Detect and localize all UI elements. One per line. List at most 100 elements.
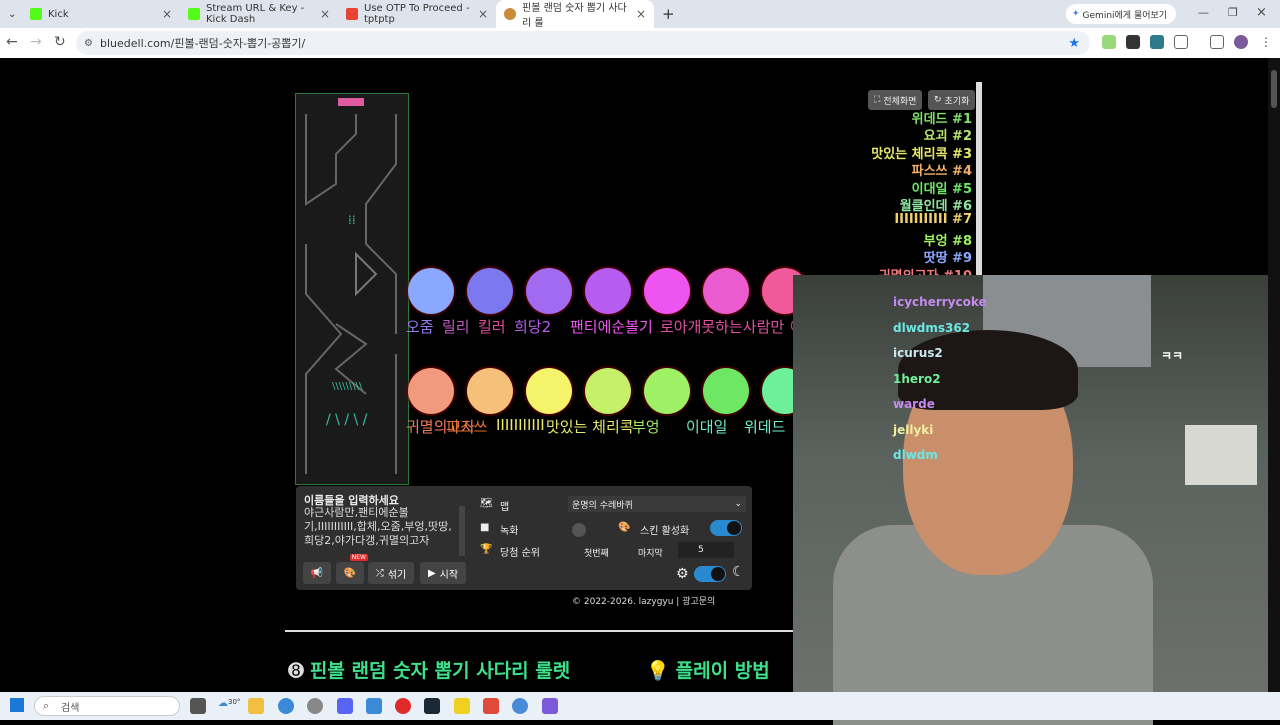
map-label: 맵 — [500, 502, 510, 513]
pinball-ball — [703, 268, 749, 314]
tab-gmail[interactable]: Use OTP To Proceed - tptptp × — [338, 0, 496, 28]
gemini-button[interactable]: ✦ Gemini에게 물어보기 — [1066, 4, 1176, 24]
menu-icon[interactable]: ⋮ — [1260, 35, 1272, 49]
new-tab-button[interactable]: + — [654, 0, 678, 28]
ball-label: 위데드 — [744, 418, 786, 436]
app-icon[interactable] — [512, 698, 528, 714]
kakaotalk-icon[interactable] — [454, 698, 470, 714]
tab-label: Stream URL & Key - Kick Dash — [206, 3, 305, 25]
megaphone-icon: 📢 — [310, 567, 324, 579]
reload-icon[interactable]: ↻ — [54, 34, 66, 50]
skin-toggle[interactable] — [710, 520, 742, 536]
pinball-ball — [408, 368, 454, 414]
windows-start-icon[interactable] — [10, 698, 24, 712]
pinball-icon: ➑ — [288, 660, 304, 682]
ranking-item: 위데드 #1 — [911, 112, 972, 127]
restore-icon[interactable]: ❐ — [1228, 6, 1238, 19]
pinball-ball — [408, 268, 454, 314]
minimize-icon[interactable]: — — [1198, 6, 1209, 19]
control-panel: 이름들을 입력하세요 야근사람만,팬티에순볼기,IIIIIIIIIII,합체,오… — [296, 486, 752, 590]
last-option[interactable]: 마지막 — [638, 546, 663, 559]
chevron-down-icon: ⌄ — [734, 499, 742, 509]
puzzle-icon[interactable] — [1174, 35, 1188, 49]
textarea-scrollbar[interactable] — [459, 506, 465, 556]
heading-text: 핀볼 랜덤 숫자 뽑기 사다리 룰렛 — [309, 660, 571, 682]
skin-button[interactable]: 🎨 NEW — [336, 554, 368, 584]
media-icon[interactable] — [1210, 35, 1224, 49]
reset-button[interactable]: ↻ 초기화 — [928, 90, 976, 110]
svg-text:/ \ / \ /: / \ / \ / — [326, 412, 368, 428]
palette-icon: 🎨 — [343, 567, 357, 579]
play-icon: ▶ — [427, 567, 436, 579]
weather-icon[interactable]: ☁30° — [218, 698, 240, 709]
app-icon[interactable] — [542, 698, 558, 714]
discord-icon[interactable] — [337, 698, 353, 714]
notepad-icon[interactable] — [366, 698, 382, 714]
extension-icon[interactable] — [1126, 35, 1140, 49]
pinball-icon — [504, 8, 516, 20]
last-count-input[interactable]: 5 — [678, 542, 734, 558]
folder-icon[interactable] — [248, 698, 264, 714]
search-icon: ⌕ — [43, 699, 50, 712]
address-bar-row: ← → ↻ ⚙ bluedell.com/핀볼-랜덤-숫자-뽑기-공뽑기/ ★ … — [0, 28, 1280, 58]
ranking-item: 부엉 #8 — [923, 233, 972, 249]
ball-label: 로아개못하는사람만 — [660, 318, 785, 336]
box-shape — [1185, 425, 1257, 485]
extension-icon[interactable] — [1150, 35, 1164, 49]
plus-icon: + — [662, 5, 675, 23]
close-icon[interactable]: × — [478, 7, 488, 21]
fullscreen-button[interactable]: ⛶ 전체화면 — [868, 90, 923, 110]
url-text: bluedell.com/핀볼-랜덤-숫자-뽑기-공뽑기/ — [100, 37, 306, 50]
shuffle-icon: ⤮ — [375, 567, 384, 579]
back-icon[interactable]: ← — [6, 34, 18, 50]
map-select[interactable]: 운명의 수레바퀴 ⌄ — [568, 496, 746, 512]
pinball-ball — [467, 368, 513, 414]
close-icon[interactable]: × — [162, 7, 172, 21]
window-close-icon[interactable]: × — [1256, 5, 1267, 20]
scroll-thumb[interactable] — [1271, 70, 1277, 108]
app-s-icon[interactable] — [483, 698, 499, 714]
moon-icon: ☾ — [732, 564, 745, 580]
theme-toggle[interactable] — [694, 566, 726, 582]
kick-icon — [188, 8, 200, 20]
tab-bar: ⌄ Kick × Stream URL & Key - Kick Dash × … — [0, 0, 1280, 29]
close-icon[interactable]: × — [636, 7, 646, 21]
ball-label: 희당2 — [514, 318, 552, 336]
chrome-icon[interactable] — [278, 698, 294, 714]
announce-button[interactable]: 📢 — [303, 562, 331, 584]
trophy-icon: 🏆 — [480, 544, 493, 555]
page-scrollbar[interactable] — [1268, 58, 1280, 692]
tab-kick[interactable]: Kick × — [22, 0, 180, 28]
pinball-ball — [526, 368, 572, 414]
taskbar-search[interactable]: ⌕ 검색 — [34, 696, 180, 716]
bookmark-star-icon[interactable]: ★ — [1068, 36, 1080, 51]
task-view-icon[interactable] — [190, 698, 206, 714]
ranking-item: 월클인데 #6 — [899, 199, 972, 214]
video-app-icon[interactable] — [395, 698, 411, 714]
app-icon[interactable] — [307, 698, 323, 714]
start-label: 시작 — [439, 569, 459, 581]
tab-pinball[interactable]: 핀볼 랜덤 숫자 뽑기 사다리 룰 × — [496, 0, 654, 29]
pinball-ball — [467, 268, 513, 314]
start-button[interactable]: ▶ 시작 — [420, 562, 466, 584]
svg-text:\\\\\\\\\: \\\\\\\\\ — [332, 381, 363, 392]
extension-icon[interactable] — [1102, 35, 1116, 49]
pinball-ball — [585, 268, 631, 314]
forward-icon[interactable]: → — [30, 34, 42, 50]
lightbulb-icon: 💡 — [646, 660, 670, 682]
shuffle-button[interactable]: ⤮ 섞기 — [368, 562, 414, 584]
avatar[interactable] — [1234, 35, 1248, 49]
weather-temp: 30° — [228, 698, 241, 706]
url-input[interactable]: ⚙ bluedell.com/핀볼-랜덤-숫자-뽑기-공뽑기/ ★ — [76, 31, 1090, 55]
tab-stream-key[interactable]: Stream URL & Key - Kick Dash × — [180, 0, 338, 28]
pinball-ball — [644, 368, 690, 414]
names-textarea[interactable]: 야근사람만,팬티에순볼기,IIIIIIIIIII,합체,오줌,부엉,땃땅,희당2… — [304, 506, 452, 560]
reset-label: 초기화 — [944, 96, 970, 107]
settings-icon[interactable]: ⚙ — [676, 566, 689, 582]
tab-list-button[interactable]: ⌄ — [0, 0, 22, 28]
first-option[interactable]: 첫번째 — [584, 546, 609, 559]
chat-username: warde — [893, 397, 935, 411]
steam-icon[interactable] — [424, 698, 440, 714]
record-toggle[interactable] — [568, 522, 600, 538]
close-icon[interactable]: × — [320, 7, 330, 21]
